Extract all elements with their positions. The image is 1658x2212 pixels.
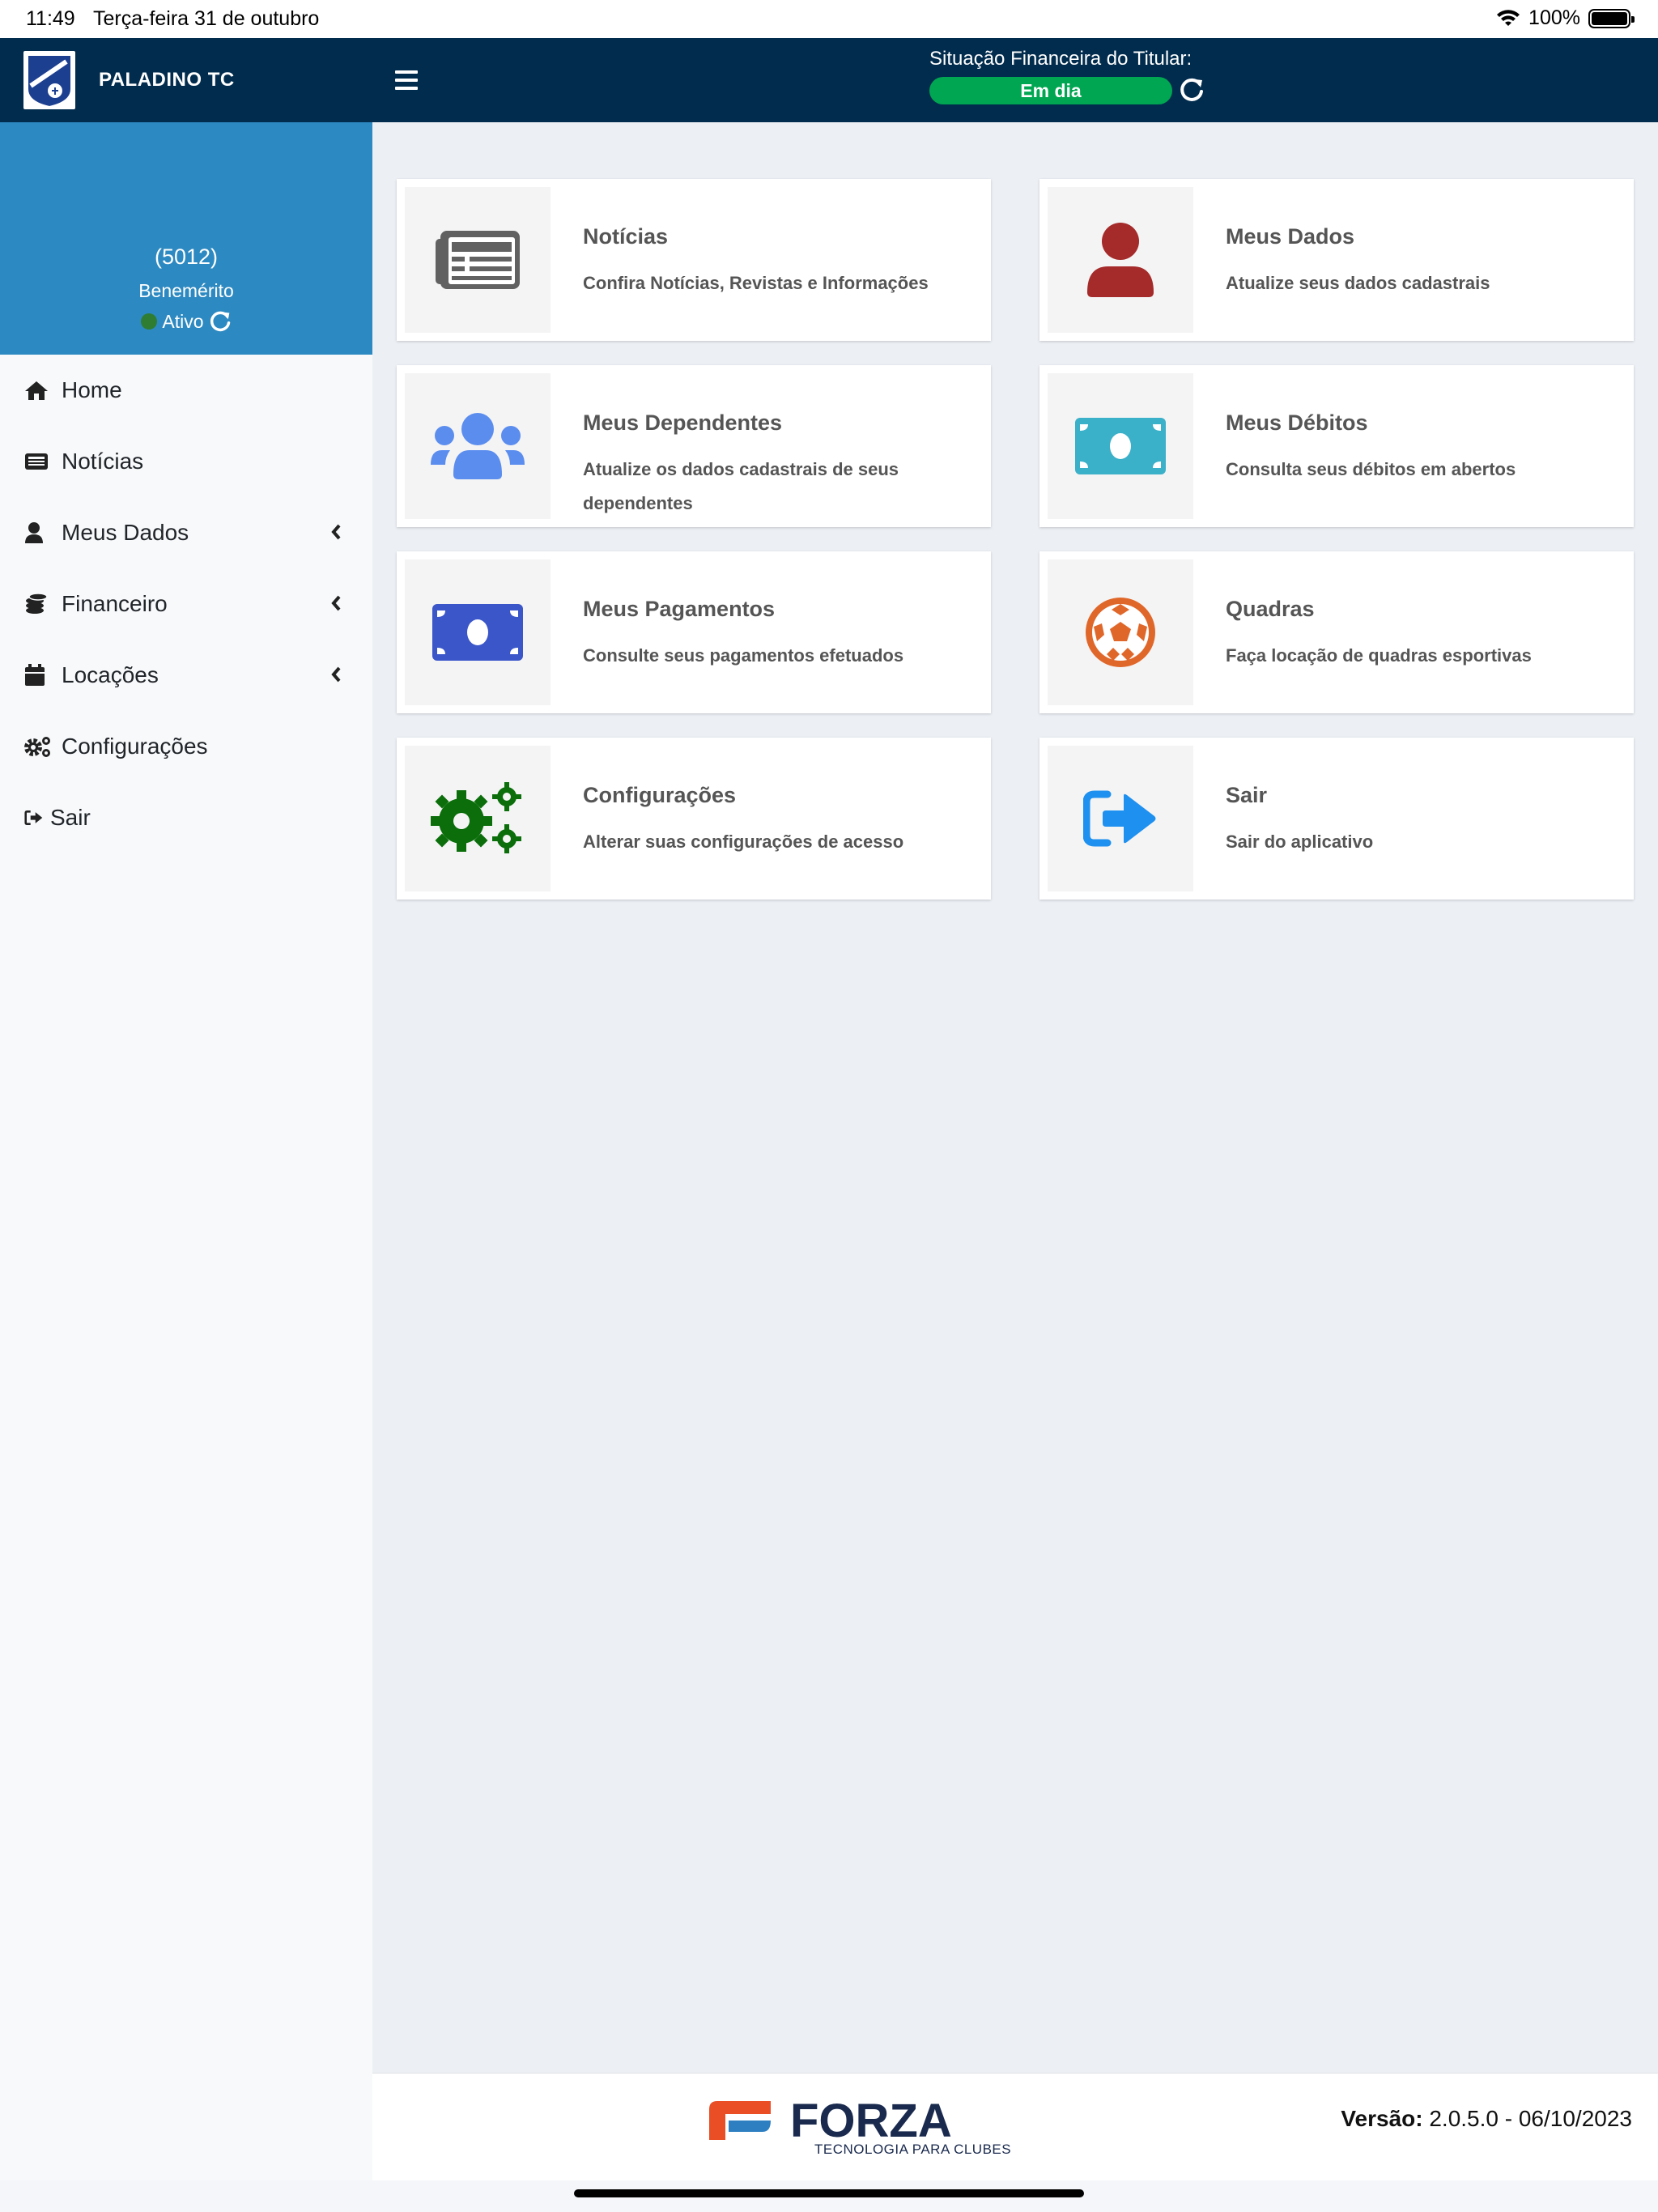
sidebar-item-home[interactable]: Home [0, 355, 372, 426]
battery-icon [1588, 8, 1635, 28]
version-value: 2.0.5.0 - 06/10/2023 [1422, 2106, 1632, 2131]
card-meus-dependentes[interactable]: Meus Dependentes Atualize os dados cadas… [397, 365, 991, 527]
chevron-left-icon[interactable] [330, 666, 342, 683]
gears-icon [24, 734, 52, 759]
app-version: Versão: 2.0.5.0 - 06/10/2023 [1341, 2106, 1632, 2132]
card-icon-box [1048, 373, 1193, 519]
users-icon [431, 413, 525, 479]
card-sair[interactable]: Sair Sair do aplicativo [1039, 738, 1634, 900]
soccer-ball-icon [1086, 598, 1155, 667]
sidebar: (5012) Benemérito Ativo Home Notícias Me… [0, 122, 372, 2180]
card-description: Atualize seus dados cadastrais [1226, 273, 1490, 293]
card-icon-box [1048, 746, 1193, 891]
refresh-icon[interactable] [1179, 77, 1205, 103]
main-content: Notícias Confira Notícias, Revistas e In… [372, 122, 1658, 2073]
sidebar-item-label: Meus Dados [62, 520, 189, 545]
card-meus-pagamentos[interactable]: Meus Pagamentos Consulte seus pagamentos… [397, 551, 991, 713]
sidebar-item-configuracoes[interactable]: Configurações [0, 711, 372, 782]
top-navbar: PALADINO TC Situação Financeira do Titul… [0, 38, 1658, 122]
footer: FORZA TECNOLOGIA PARA CLUBES Versão: 2.0… [372, 2073, 1658, 2180]
sidebar-menu: Home Notícias Meus Dados Financeiro Loca… [0, 355, 372, 853]
sidebar-item-label: Configurações [62, 734, 208, 759]
calendar-icon [24, 663, 52, 687]
card-meus-debitos[interactable]: Meus Débitos Consulta seus débitos em ab… [1039, 365, 1634, 527]
wifi-icon [1497, 9, 1520, 26]
status-bar: 11:49 Terça-feira 31 de outubro 100% [0, 0, 1658, 38]
forza-brand-text: FORZA [790, 2098, 952, 2147]
user-icon [1087, 223, 1154, 297]
card-title: Meus Débitos [1226, 410, 1368, 435]
status-date: Terça-feira 31 de outubro [93, 7, 320, 30]
card-configuracoes[interactable]: Configurações Alterar suas configurações… [397, 738, 991, 900]
card-title: Sair [1226, 783, 1268, 807]
coins-icon [24, 592, 52, 616]
card-meus-dados[interactable]: Meus Dados Atualize seus dados cadastrai… [1039, 179, 1634, 341]
member-status: Ativo [0, 310, 372, 333]
card-description: Alterar suas configurações de acesso [583, 832, 904, 852]
sidebar-item-label: Locações [62, 662, 159, 687]
card-description: Sair do aplicativo [1226, 832, 1374, 852]
card-title: Meus Pagamentos [583, 597, 776, 621]
card-description: Confira Notícias, Revistas e Informações [583, 273, 929, 293]
sidebar-item-meus-dados[interactable]: Meus Dados [0, 497, 372, 568]
sidebar-item-locacoes[interactable]: Locações [0, 640, 372, 711]
sign-out-icon [1083, 790, 1156, 847]
card-title: Meus Dados [1226, 224, 1355, 249]
card-title: Notícias [583, 224, 669, 249]
newspaper-icon [24, 449, 52, 474]
card-title: Configurações [583, 783, 737, 807]
menu-toggle-icon[interactable] [395, 70, 418, 90]
home-indicator[interactable] [574, 2189, 1084, 2197]
card-noticias[interactable]: Notícias Confira Notícias, Revistas e In… [397, 179, 991, 341]
financial-status-label: Situação Financeira do Titular: [929, 48, 1192, 70]
card-icon-box [405, 373, 551, 519]
home-icon [24, 378, 52, 402]
card-icon-box [405, 559, 551, 705]
forza-tagline: TECNOLOGIA PARA CLUBES [814, 2142, 1012, 2157]
card-description: Consulta seus débitos em abertos [1226, 459, 1516, 479]
status-dot-icon [141, 313, 158, 330]
battery-percent: 100% [1528, 6, 1580, 29]
refresh-icon[interactable] [209, 310, 232, 333]
sidebar-item-label: Financeiro [62, 591, 168, 616]
sidebar-item-noticias[interactable]: Notícias [0, 426, 372, 497]
member-code: (5012) [154, 245, 219, 269]
money-bill-icon [432, 604, 523, 661]
card-title: Meus Dependentes [583, 410, 783, 435]
sidebar-item-label: Home [62, 377, 122, 402]
card-title: Quadras [1226, 597, 1315, 621]
chevron-left-icon[interactable] [330, 523, 342, 541]
financial-status-badge: Em dia [929, 77, 1172, 104]
newspaper-icon [436, 231, 520, 289]
chevron-left-icon[interactable] [330, 594, 342, 612]
card-icon-box [1048, 559, 1193, 705]
club-logo-icon[interactable] [23, 50, 76, 110]
status-right: 100% [1496, 6, 1635, 30]
card-icon-box [1048, 187, 1193, 333]
version-label: Versão: [1341, 2106, 1423, 2131]
user-icon [24, 521, 52, 545]
card-description: Consulte seus pagamentos efetuados [583, 645, 904, 666]
card-description: Faça locação de quadras esportivas [1226, 645, 1532, 666]
brand-name: PALADINO TC [99, 69, 235, 91]
member-category: Benemérito [138, 280, 234, 301]
card-icon-box [405, 187, 551, 333]
gears-icon [431, 782, 521, 853]
card-quadras[interactable]: Quadras Faça locação de quadras esportiv… [1039, 551, 1634, 713]
sidebar-item-sair[interactable]: Sair [0, 782, 372, 853]
profile-panel: (5012) Benemérito Ativo [0, 122, 372, 355]
card-description: Atualize os dados cadastrais de seus dep… [583, 459, 899, 513]
sidebar-item-label: Notícias [62, 449, 144, 474]
member-status-label: Ativo [162, 310, 204, 332]
sidebar-item-financeiro[interactable]: Financeiro [0, 568, 372, 640]
sign-out-icon [24, 806, 44, 830]
card-icon-box [405, 746, 551, 891]
sidebar-item-label: Sair [50, 805, 91, 830]
money-bill-icon [1075, 418, 1166, 474]
status-time: 11:49 [26, 7, 75, 30]
